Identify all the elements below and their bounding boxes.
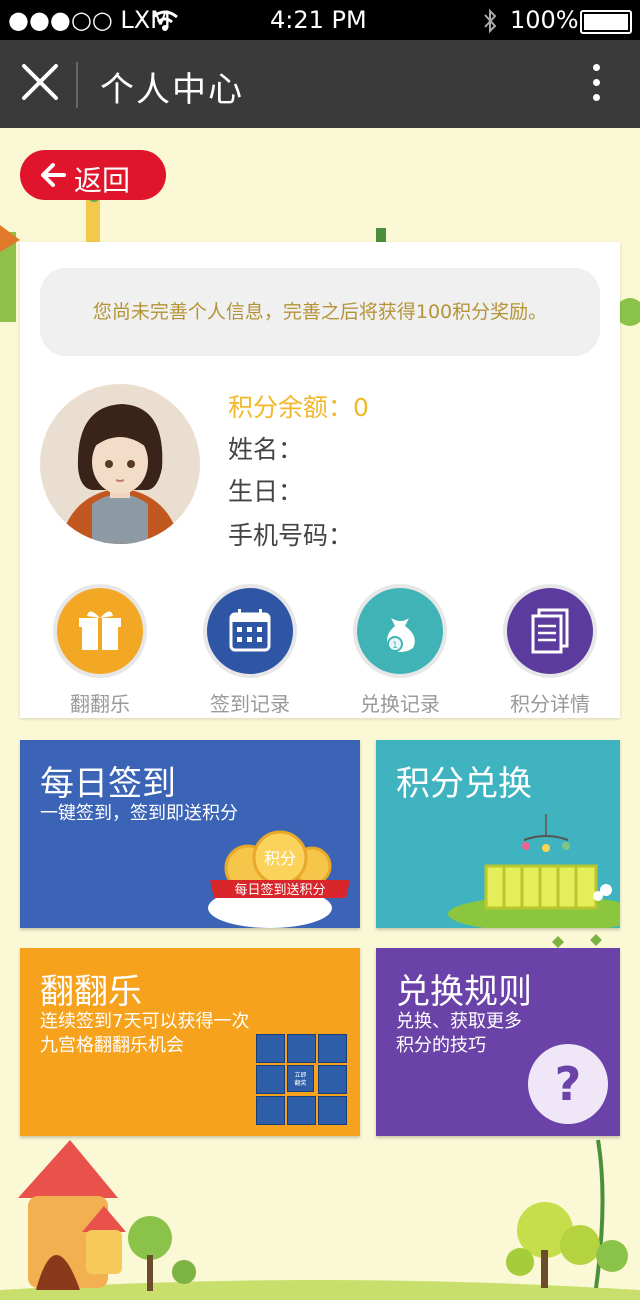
- feature-flip-label: 翻翻乐: [70, 692, 130, 716]
- lock-icon: [318, 1034, 347, 1063]
- nav-bar: 个人中心: [0, 40, 640, 128]
- page-title: 个人中心: [100, 70, 244, 110]
- flip-game-subtitle-line2: 九宫格翻翻乐机会: [40, 1035, 184, 1056]
- battery-icon: [580, 10, 632, 34]
- wifi-icon: [152, 10, 178, 31]
- nine-grid-illustration: 立即 翻奖: [256, 1034, 348, 1126]
- badge-top-text: 积分: [264, 849, 296, 868]
- money-bag-icon: 1: [357, 588, 443, 674]
- feature-flip[interactable]: 翻翻乐: [40, 588, 160, 717]
- daily-signin-subtitle: 一键签到，签到即送积分: [40, 803, 238, 824]
- bluetooth-icon: [484, 8, 497, 34]
- crib-illustration: [448, 814, 620, 928]
- flip-game-title: 翻翻乐: [40, 972, 142, 1012]
- back-button[interactable]: 返回: [20, 150, 166, 200]
- close-icon[interactable]: [18, 60, 62, 104]
- gift-icon: [57, 588, 143, 674]
- lock-icon: [287, 1034, 316, 1063]
- help-glyph: ?: [554, 1057, 582, 1111]
- points-balance: 积分余额：0: [228, 388, 369, 424]
- lock-icon: [256, 1065, 285, 1094]
- feature-exchange-records-label: 兑换记录: [360, 692, 440, 716]
- signin-badge-illustration: 积分 每日签到送积分: [208, 830, 350, 928]
- feature-points-detail-label: 积分详情: [510, 692, 590, 716]
- points-value: 0: [353, 393, 369, 422]
- nav-divider: [76, 62, 78, 108]
- flip-game-tile[interactable]: 翻翻乐 连续签到7天可以获得一次 九宫格翻翻乐机会 立即 翻奖: [20, 948, 360, 1136]
- battery-label: 100%: [510, 6, 579, 34]
- exchange-rules-title: 兑换规则: [396, 972, 532, 1012]
- phone-label: 手机号码：: [228, 521, 354, 550]
- status-bar: ●●●○○ LXM 4:21 PM 100%: [0, 0, 640, 40]
- back-label: 返回: [74, 164, 131, 197]
- badge-text: 每日签到送积分: [234, 882, 325, 898]
- daily-signin-title: 每日签到: [40, 764, 176, 804]
- help-icon: ?: [528, 1044, 608, 1124]
- feature-signin-records-label: 签到记录: [210, 692, 290, 716]
- arrow-left-icon: [41, 163, 66, 187]
- name-label: 姓名：: [228, 435, 304, 464]
- daily-signin-tile[interactable]: 每日签到 一键签到，签到即送积分 积分 每日签到送积分: [20, 740, 360, 928]
- exchange-rules-subtitle-line1: 兑换、获取更多: [396, 1011, 522, 1032]
- feature-points-detail[interactable]: 积分详情: [490, 588, 610, 717]
- avatar: [40, 384, 200, 544]
- profile-notice[interactable]: 您尚未完善个人信息，完善之后将获得100积分奖励。: [40, 268, 600, 356]
- svg-text:1: 1: [392, 641, 398, 651]
- carrier-label: ●●●○○ LXM: [8, 6, 171, 34]
- flip-game-subtitle: 连续签到7天可以获得一次 九宫格翻翻乐机会: [40, 1010, 249, 1058]
- feature-signin-records[interactable]: 签到记录: [190, 588, 310, 717]
- more-menu-icon[interactable]: [588, 64, 604, 106]
- lock-icon: [318, 1065, 347, 1094]
- points-exchange-tile[interactable]: 积分兑换: [376, 740, 620, 928]
- profile-card: 您尚未完善个人信息，完善之后将获得100积分奖励。 积分余额：0 姓名： 生日：…: [20, 242, 620, 718]
- clock: 4:21 PM: [270, 6, 367, 34]
- birthday-label: 生日：: [228, 477, 304, 506]
- document-icon: [507, 588, 593, 674]
- feature-exchange-records[interactable]: 1 兑换记录: [340, 588, 460, 717]
- exchange-rules-subtitle-line2: 积分的技巧: [396, 1035, 486, 1056]
- center-prize-cell: 立即 翻奖: [287, 1065, 314, 1092]
- exchange-rules-tile[interactable]: 兑换规则 兑换、获取更多 积分的技巧 ?: [376, 948, 620, 1136]
- lock-icon: [318, 1096, 347, 1125]
- lock-icon: [256, 1034, 285, 1063]
- exchange-rules-subtitle: 兑换、获取更多 积分的技巧: [396, 1010, 522, 1058]
- points-label: 积分余额：: [228, 393, 354, 422]
- calendar-icon: [207, 588, 293, 674]
- lock-icon: [287, 1096, 316, 1125]
- lock-icon: [256, 1096, 285, 1125]
- points-exchange-title: 积分兑换: [396, 764, 532, 804]
- flip-game-subtitle-line1: 连续签到7天可以获得一次: [40, 1011, 250, 1032]
